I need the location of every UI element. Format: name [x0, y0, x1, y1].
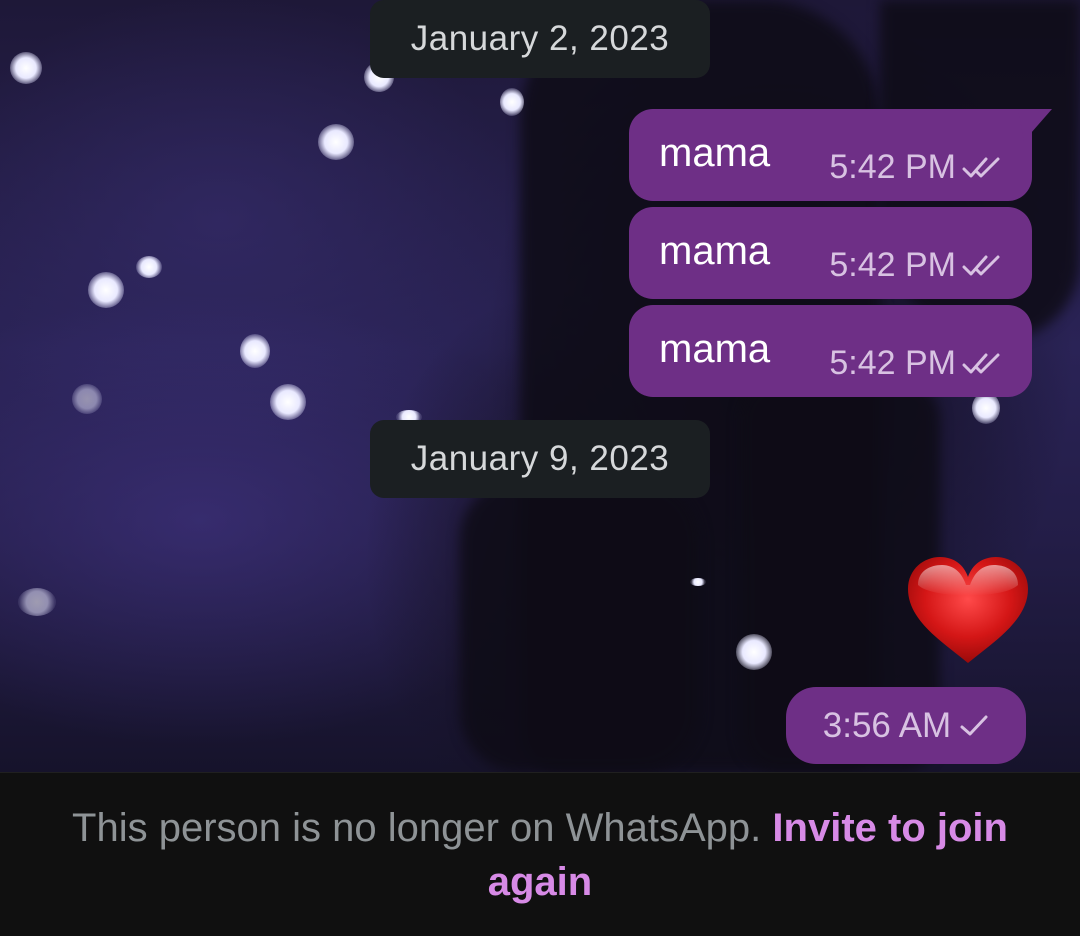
- wallpaper-light: [690, 578, 706, 586]
- outgoing-message[interactable]: mama 5:42 PM: [629, 305, 1032, 397]
- wallpaper-silhouette: [460, 480, 700, 772]
- wallpaper-light: [240, 334, 270, 368]
- wallpaper-light: [88, 272, 124, 308]
- heart-emoji-icon: [908, 557, 1028, 663]
- date-separator: January 9, 2023: [370, 420, 710, 498]
- footer-notice: This person is no longer on WhatsApp. In…: [40, 801, 1040, 909]
- footer-notice-text: This person is no longer on WhatsApp.: [72, 806, 762, 850]
- message-time: 3:56 AM: [822, 705, 952, 745]
- wallpaper-light: [500, 88, 524, 116]
- message-meta: 5:42 PM: [829, 246, 1006, 285]
- emoji-message-meta[interactable]: 3:56 AM: [786, 687, 1026, 764]
- double-check-icon: [962, 255, 1000, 275]
- chat-area[interactable]: January 2, 2023 mama 5:42 PM mama 5:42 P…: [0, 0, 1080, 772]
- footer-notice-bar: This person is no longer on WhatsApp. In…: [0, 772, 1080, 936]
- wallpaper-light: [18, 588, 56, 616]
- wallpaper-light: [270, 384, 306, 420]
- date-separator-label: January 9, 2023: [410, 439, 670, 478]
- wallpaper-light: [10, 52, 42, 84]
- message-meta: 5:42 PM: [829, 148, 1006, 187]
- emoji-message[interactable]: [904, 555, 1032, 667]
- outgoing-message[interactable]: mama 5:42 PM: [629, 109, 1052, 201]
- double-check-icon: [962, 157, 1000, 177]
- message-meta: 5:42 PM: [829, 344, 1006, 383]
- double-check-icon: [962, 353, 1000, 373]
- message-text: mama: [659, 229, 771, 273]
- message-text: mama: [659, 131, 771, 175]
- date-separator-label: January 2, 2023: [410, 19, 670, 58]
- outgoing-message[interactable]: mama 5:42 PM: [629, 207, 1032, 299]
- message-text: mama: [659, 327, 771, 371]
- wallpaper-light: [72, 384, 102, 414]
- wallpaper-light: [736, 634, 772, 670]
- single-check-icon: [960, 715, 988, 735]
- wallpaper-light: [318, 124, 354, 160]
- date-separator: January 2, 2023: [370, 0, 710, 78]
- wallpaper-light: [136, 256, 162, 278]
- message-time: 5:42 PM: [829, 344, 956, 382]
- bubble-tail: [1018, 109, 1052, 141]
- message-time: 5:42 PM: [829, 148, 956, 186]
- message-time: 5:42 PM: [829, 246, 956, 284]
